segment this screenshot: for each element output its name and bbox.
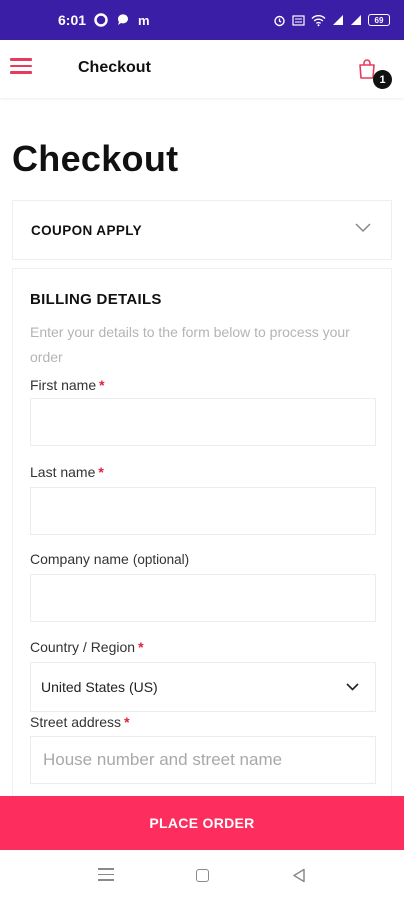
- coupon-apply-toggle[interactable]: COUPON APPLY: [12, 200, 392, 260]
- status-bar: 6:01 m 69: [0, 0, 404, 40]
- last-name-label-text: Last name: [30, 464, 96, 480]
- first-name-label-text: First name: [30, 377, 97, 393]
- required-marker: *: [98, 464, 104, 480]
- company-name-label: Company name (optional): [30, 551, 189, 567]
- company-name-label-text: Company name: [30, 551, 129, 567]
- alarm-icon: [274, 15, 285, 26]
- recents-icon[interactable]: [98, 868, 114, 885]
- first-name-input[interactable]: [30, 398, 376, 446]
- billing-description: Enter your details to the form below to …: [30, 324, 350, 365]
- home-icon[interactable]: [196, 869, 209, 882]
- page-title: Checkout: [12, 138, 179, 179]
- app-bar-title: Checkout: [78, 59, 151, 76]
- status-right: 69: [273, 14, 390, 27]
- back-icon[interactable]: [292, 868, 306, 883]
- country-region-label: Country / Region *: [30, 639, 144, 655]
- last-name-label: Last name *: [30, 464, 104, 480]
- battery-icon: 69: [368, 14, 390, 26]
- required-marker: *: [99, 377, 105, 393]
- cart-count-badge: 1: [373, 70, 392, 89]
- status-left: 6:01 m: [58, 12, 150, 28]
- system-nav-bar: [0, 850, 404, 900]
- chevron-down-icon: [346, 683, 359, 691]
- required-marker: *: [124, 714, 130, 730]
- signal-icon: [333, 15, 343, 25]
- country-region-select[interactable]: United States (US): [30, 662, 376, 712]
- wifi-icon: [311, 14, 326, 26]
- data-speed-icon: [292, 14, 305, 26]
- signal-icon: [351, 15, 361, 25]
- chevron-down-icon: [355, 223, 371, 233]
- street-address-label-text: Street address: [30, 714, 122, 730]
- billing-title: BILLING DETAILS: [30, 291, 162, 308]
- hamburger-menu-icon[interactable]: [10, 58, 32, 76]
- street-address-input[interactable]: [30, 736, 376, 784]
- optional-marker: (optional): [132, 552, 190, 567]
- required-marker: *: [138, 639, 144, 655]
- street-address-label: Street address *: [30, 714, 130, 730]
- country-region-label-text: Country / Region: [30, 639, 136, 655]
- last-name-input[interactable]: [30, 487, 376, 535]
- coupon-label: COUPON APPLY: [31, 222, 143, 238]
- country-selected-value: United States (US): [41, 679, 158, 695]
- first-name-label: First name *: [30, 377, 105, 393]
- chat-bubble-icon: [118, 14, 129, 25]
- gmail-m-icon: m: [138, 12, 150, 28]
- app-bar: Checkout: [0, 40, 404, 98]
- place-order-button[interactable]: PLACE ORDER: [0, 796, 404, 850]
- status-time: 6:01: [58, 12, 87, 28]
- notification-circle-icon: [94, 13, 108, 27]
- company-name-input[interactable]: [30, 574, 376, 622]
